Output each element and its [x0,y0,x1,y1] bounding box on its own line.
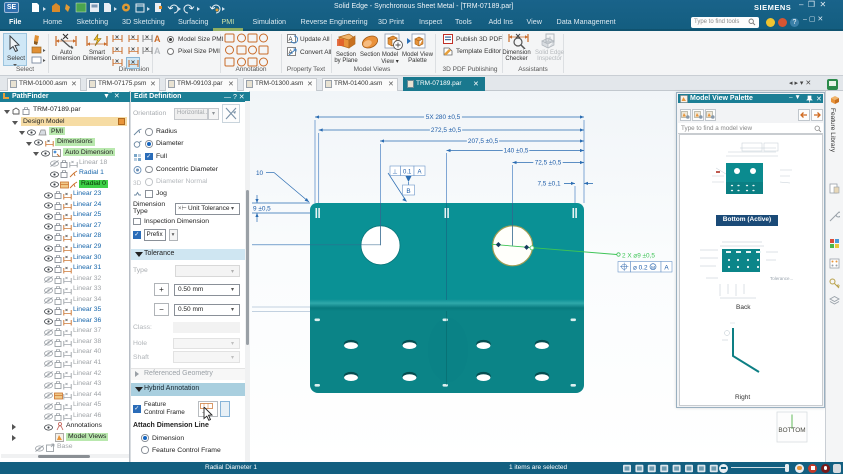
svg-text:M: M [651,265,655,270]
svg-text:272,5 ±0,5: 272,5 ±0,5 [431,127,462,134]
svg-text:9 ±0,5: 9 ±0,5 [253,206,271,213]
svg-text:140 ±0,5: 140 ±0,5 [504,148,529,155]
svg-text:B: B [406,188,410,195]
svg-text:A: A [664,265,669,272]
svg-text:5X 280 ±0,5: 5X 280 ±0,5 [426,114,461,121]
svg-text:72,5 ±0,5: 72,5 ±0,5 [535,160,562,167]
svg-text:Tolerance...: Tolerance... [770,276,793,281]
svg-text:A: A [548,37,552,43]
svg-text:7,5 ±0,1: 7,5 ±0,1 [537,181,560,188]
svg-text:3D: 3D [133,180,142,186]
svg-text:⌀ 0.2: ⌀ 0.2 [633,265,648,272]
svg-text:207,5 ±0,5: 207,5 ±0,5 [468,138,499,145]
svg-text:⊥: ⊥ [392,169,397,176]
svg-text:2 X ⌀9 ±0,5: 2 X ⌀9 ±0,5 [622,252,655,259]
svg-text:BOTTOM: BOTTOM [778,427,805,434]
svg-text:10: 10 [256,170,264,177]
svg-text:A: A [417,170,421,176]
svg-text:0.1: 0.1 [403,170,412,176]
